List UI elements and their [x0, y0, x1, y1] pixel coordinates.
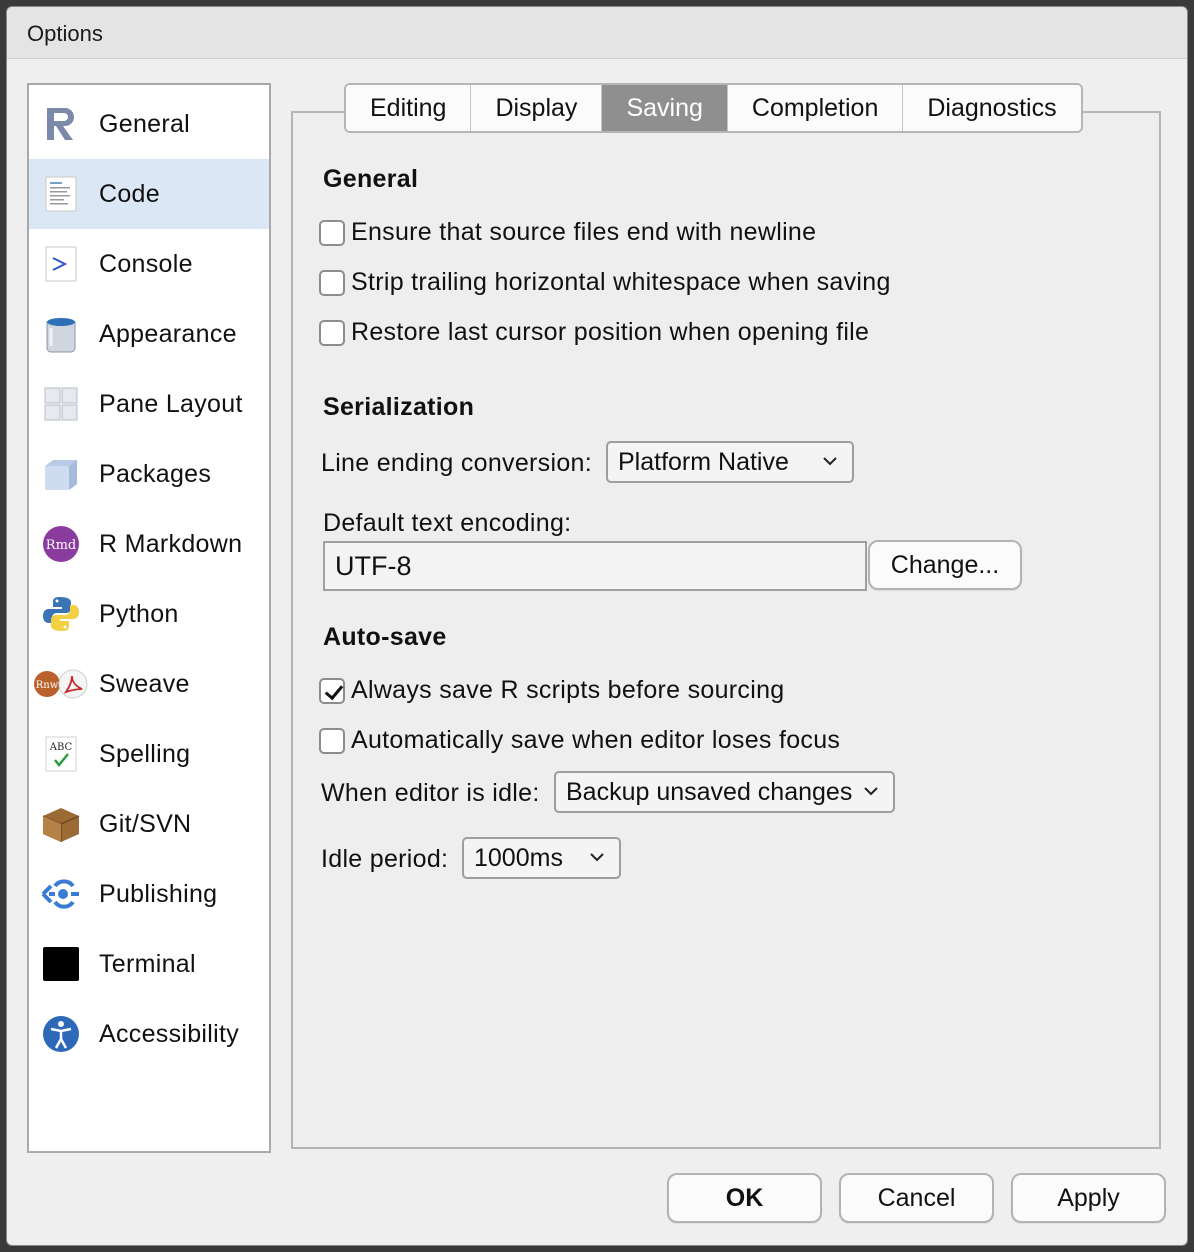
sidebar-item-appearance[interactable]: Appearance: [29, 299, 269, 369]
restore-cursor-checkbox[interactable]: [319, 319, 345, 346]
tab-bar: Editing Display Saving Completion Diagno…: [344, 83, 1083, 133]
sweave-rnw-pdf-icon: Rnw: [34, 669, 88, 699]
save-on-focus-loss-label: Automatically save when editor loses foc…: [351, 726, 841, 754]
category-sidebar: General Code Console Appearance Pane Lay…: [27, 83, 271, 1153]
idle-action-label: When editor is idle:: [321, 779, 540, 807]
save-before-sourcing-label: Always save R scripts before sourcing: [351, 676, 785, 704]
line-ending-value: Platform Native: [618, 447, 789, 476]
sidebar-item-spelling[interactable]: ABC Spelling: [29, 719, 269, 789]
sidebar-item-label: R Markdown: [99, 529, 243, 558]
strip-whitespace-checkbox[interactable]: [319, 269, 345, 296]
sidebar-item-label: Terminal: [99, 949, 196, 978]
python-logo-icon: [43, 597, 79, 631]
sidebar-item-label: Code: [99, 179, 160, 208]
sidebar-item-label: Git/SVN: [99, 809, 192, 838]
tab-completion[interactable]: Completion: [727, 85, 904, 131]
tab-diagnostics[interactable]: Diagnostics: [903, 85, 1081, 131]
ok-button[interactable]: OK: [667, 1173, 822, 1223]
sidebar-item-label: Accessibility: [99, 1019, 240, 1048]
sidebar-item-label: Spelling: [99, 739, 191, 768]
sidebar-item-label: Packages: [99, 459, 212, 488]
tab-display[interactable]: Display: [471, 85, 603, 131]
change-encoding-button[interactable]: Change...: [868, 540, 1022, 590]
git-box-icon: [42, 808, 80, 842]
save-on-focus-loss-checkbox[interactable]: [319, 727, 345, 754]
encoding-field[interactable]: UTF-8: [323, 541, 867, 591]
abc-check-icon: ABC: [45, 736, 77, 772]
sidebar-item-label: Appearance: [99, 319, 237, 348]
terminal-black-square-icon: [43, 947, 79, 981]
idle-action-value: Backup unsaved changes: [566, 777, 853, 806]
cancel-button[interactable]: Cancel: [839, 1173, 994, 1223]
restore-cursor-label: Restore last cursor position when openin…: [351, 318, 870, 346]
restore-cursor-option[interactable]: Restore last cursor position when openin…: [319, 318, 869, 347]
sidebar-item-python[interactable]: Python: [29, 579, 269, 649]
chevron-down-icon: [823, 457, 837, 466]
sidebar-item-accessibility[interactable]: Accessibility: [29, 999, 269, 1069]
sidebar-item-general[interactable]: General: [29, 89, 269, 159]
sidebar-item-label: Console: [99, 249, 193, 278]
svg-text:Rnw: Rnw: [36, 680, 59, 691]
svg-text:ABC: ABC: [49, 742, 73, 753]
sidebar-item-r-markdown[interactable]: Rmd R Markdown: [29, 509, 269, 579]
sidebar-item-packages[interactable]: Packages: [29, 439, 269, 509]
tab-saving[interactable]: Saving: [602, 85, 728, 131]
publishing-icon: [41, 879, 79, 909]
idle-period-select[interactable]: 1000ms: [462, 837, 621, 879]
chevron-down-icon: [590, 853, 604, 862]
chevron-down-icon: [864, 787, 878, 796]
sidebar-item-label: General: [99, 109, 191, 138]
encoding-label: Default text encoding:: [323, 509, 572, 537]
idle-period-label: Idle period:: [321, 845, 449, 873]
strip-whitespace-option[interactable]: Strip trailing horizontal whitespace whe…: [319, 268, 891, 297]
idle-period-value: 1000ms: [474, 843, 563, 872]
r-logo-icon: [47, 108, 74, 140]
ensure-newline-checkbox[interactable]: [319, 219, 345, 246]
serialization-section-title: Serialization: [323, 393, 475, 421]
sidebar-item-pane-layout[interactable]: Pane Layout: [29, 369, 269, 439]
save-on-focus-loss-option[interactable]: Automatically save when editor loses foc…: [319, 726, 840, 755]
sidebar-item-terminal[interactable]: Terminal: [29, 929, 269, 999]
line-ending-label: Line ending conversion:: [321, 449, 592, 477]
idle-action-select[interactable]: Backup unsaved changes: [554, 771, 895, 813]
ensure-newline-option[interactable]: Ensure that source files end with newlin…: [319, 218, 816, 247]
sidebar-item-console[interactable]: Console: [29, 229, 269, 299]
accessibility-person-icon: [43, 1016, 79, 1052]
package-cube-icon: [45, 460, 77, 490]
svg-text:Rmd: Rmd: [46, 538, 76, 553]
code-document-icon: [45, 176, 77, 212]
sidebar-item-sweave[interactable]: Rnw Sweave: [29, 649, 269, 719]
general-section-title: General: [323, 165, 419, 193]
strip-whitespace-label: Strip trailing horizontal whitespace whe…: [351, 268, 891, 296]
sidebar-item-label: Publishing: [99, 879, 218, 908]
autosave-section-title: Auto-save: [323, 623, 447, 651]
sidebar-item-label: Sweave: [99, 669, 190, 698]
tab-editing[interactable]: Editing: [346, 85, 472, 131]
sidebar-item-code[interactable]: Code: [29, 159, 269, 229]
ensure-newline-label: Ensure that source files end with newlin…: [351, 218, 817, 246]
window-title: Options: [7, 7, 1187, 59]
line-ending-select[interactable]: Platform Native: [606, 441, 854, 483]
console-prompt-icon: [45, 246, 77, 282]
sidebar-item-publishing[interactable]: Publishing: [29, 859, 269, 929]
apply-button[interactable]: Apply: [1011, 1173, 1166, 1223]
sidebar-item-label: Pane Layout: [99, 389, 243, 418]
options-dialog: Options General Code Console Appearance …: [6, 6, 1188, 1246]
save-before-sourcing-checkbox[interactable]: [319, 677, 345, 704]
sidebar-item-git-svn[interactable]: Git/SVN: [29, 789, 269, 859]
sidebar-item-label: Python: [99, 599, 179, 628]
paint-bucket-icon: [46, 318, 76, 353]
pane-layout-grid-icon: [44, 387, 78, 421]
save-before-sourcing-option[interactable]: Always save R scripts before sourcing: [319, 676, 785, 705]
rmd-badge-icon: Rmd: [43, 526, 79, 562]
